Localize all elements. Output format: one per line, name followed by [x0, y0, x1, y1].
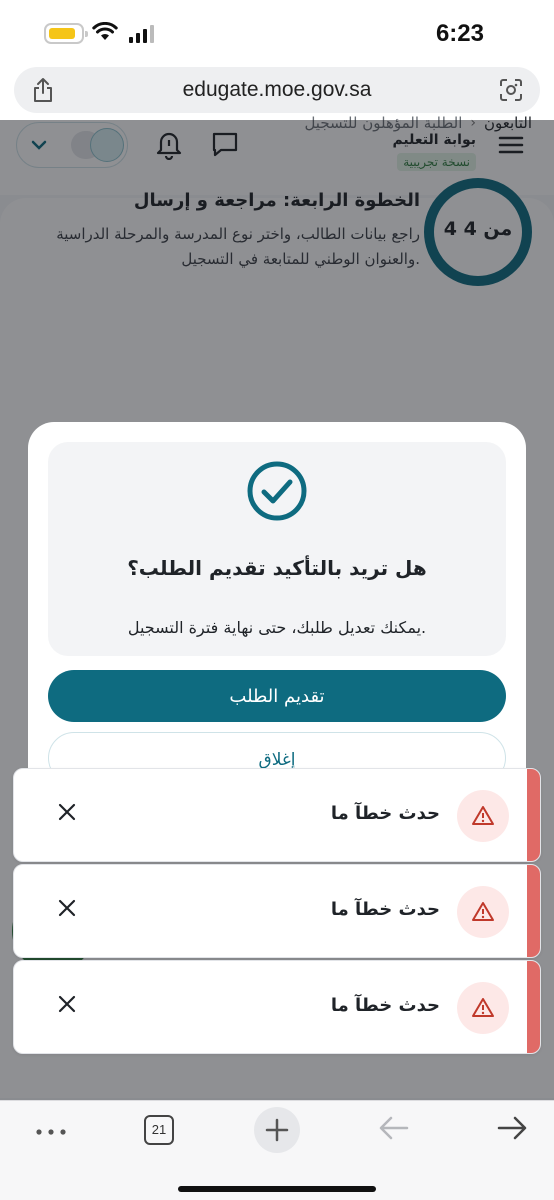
warning-icon — [457, 790, 509, 842]
browser-toolbar: 21 — [0, 1100, 554, 1200]
lens-icon[interactable] — [498, 77, 524, 103]
toast-accent-bar — [527, 961, 540, 1053]
toast-accent-bar — [527, 769, 540, 861]
dialog-message: يمكنك تعديل طلبك، حتى نهاية فترة التسجيل… — [127, 618, 427, 637]
signal-icon — [129, 25, 154, 43]
back-arrow-icon[interactable] — [378, 1114, 410, 1142]
confirm-dialog: هل تريد بالتأكيد تقديم الطلب؟ يمكنك تعدي… — [28, 422, 526, 802]
dialog-title: هل تريد بالتأكيد تقديم الطلب؟ — [127, 556, 427, 580]
close-icon[interactable] — [56, 897, 78, 919]
warning-icon — [457, 886, 509, 938]
error-toast: حدث خطآ ما — [13, 768, 541, 862]
dialog-content: هل تريد بالتأكيد تقديم الطلب؟ يمكنك تعدي… — [48, 442, 506, 656]
tabs-button[interactable]: 21 — [144, 1115, 174, 1145]
error-toast: حدث خطآ ما — [13, 960, 541, 1054]
error-toast: حدث خطآ ما — [13, 864, 541, 958]
toast-message: حدث خطآ ما — [330, 899, 440, 920]
new-tab-button[interactable] — [254, 1107, 300, 1153]
toast-message: حدث خطآ ما — [330, 995, 440, 1016]
status-bar: 6:23 — [0, 0, 554, 64]
submit-request-button[interactable]: تقديم الطلب — [48, 670, 506, 722]
forward-arrow-icon[interactable] — [496, 1114, 528, 1142]
close-icon[interactable] — [56, 801, 78, 823]
toast-accent-bar — [527, 865, 540, 957]
toast-message: حدث خطآ ما — [330, 803, 440, 824]
home-indicator — [178, 1186, 376, 1192]
plus-icon — [265, 1118, 289, 1142]
more-icon[interactable] — [35, 1128, 67, 1136]
address-bar[interactable]: edugate.moe.gov.sa — [14, 67, 540, 113]
url-text[interactable]: edugate.moe.gov.sa — [14, 78, 540, 102]
check-circle-icon — [247, 461, 307, 521]
wifi-icon — [92, 22, 118, 40]
battery-icon — [44, 23, 88, 44]
status-time: 6:23 — [435, 20, 484, 47]
warning-icon — [457, 982, 509, 1034]
close-icon[interactable] — [56, 993, 78, 1015]
